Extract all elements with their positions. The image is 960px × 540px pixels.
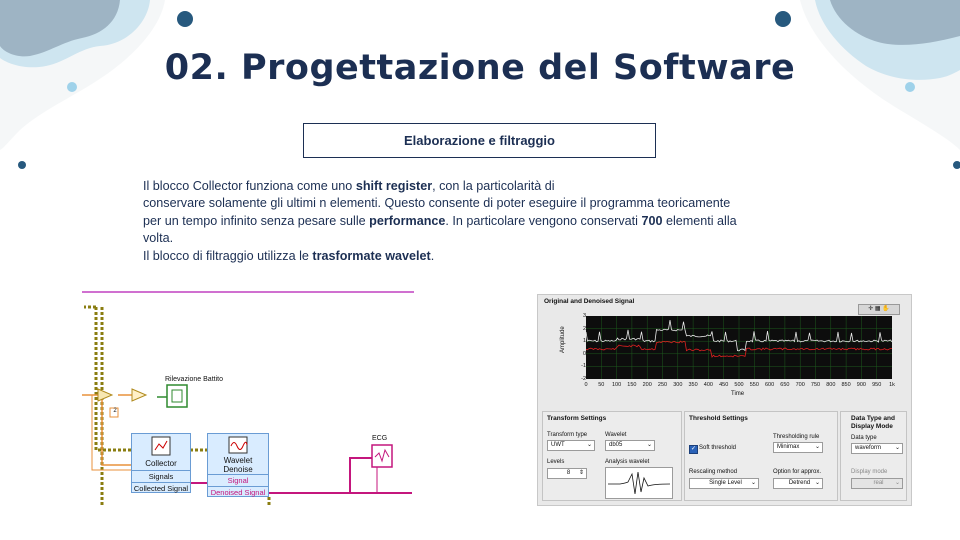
analysis-wavelet-graph: [605, 467, 673, 499]
graph-title: Original and Denoised Signal: [544, 298, 635, 305]
ecg-label: ECG: [372, 435, 388, 442]
graph-palette[interactable]: ✛ ▦ ✋: [858, 304, 900, 315]
rilevazione-label: Rilevazione Battito: [165, 376, 223, 383]
paragraph-line: volta.: [143, 231, 174, 246]
constant-value: 2: [113, 408, 117, 414]
data-type-section: Data Type and Display Mode Data type wav…: [840, 411, 907, 501]
thresholding-rule-select[interactable]: Minimax ⌄: [773, 442, 823, 453]
paragraph-line: per un tempo infinito senza pesare sulle…: [143, 213, 737, 228]
x-tick-label: 650: [780, 382, 790, 388]
option-approx-select[interactable]: Detrend ⌄: [773, 478, 823, 489]
collector-block[interactable]: Collector Signals Collected Signal: [131, 433, 191, 493]
wavelet-select[interactable]: db05 ⌄: [605, 440, 655, 451]
y-axis-ticks: 3 2 1 0 -1 -2: [576, 313, 586, 383]
x-tick-label: 700: [795, 382, 805, 388]
transform-type-label: Transform type: [547, 432, 588, 438]
x-tick-label: 450: [719, 382, 729, 388]
paragraph-line: Il blocco di filtraggio utilizza le tras…: [143, 248, 435, 263]
levels-label: Levels: [547, 459, 565, 465]
x-tick-label: 150: [627, 382, 637, 388]
data-type-title-2: Display Mode: [851, 423, 893, 430]
analysis-wavelet-label: Analysis wavelet: [605, 459, 650, 465]
data-type-label: Data type: [851, 435, 877, 441]
x-tick-label: 1k: [889, 382, 895, 388]
x-tick-label: 600: [765, 382, 775, 388]
thresholding-rule-label: Thresholding rule: [773, 434, 820, 440]
data-type-title-1: Data Type and: [851, 415, 895, 422]
soft-threshold-label: Soft threshold: [699, 445, 737, 451]
collector-icon: [132, 434, 190, 458]
wavelet-output-terminal: Denoised Signal: [208, 486, 268, 498]
collector-output-terminal: Collected Signal: [132, 482, 190, 493]
transform-settings-title: Transform Settings: [547, 415, 607, 422]
transform-type-select[interactable]: UWT ⌄: [547, 440, 595, 451]
x-tick-label: 200: [642, 382, 652, 388]
wavelet-name-2: Denoise: [223, 465, 253, 474]
data-type-select[interactable]: waveform ⌄: [851, 443, 903, 454]
x-tick-label: 250: [657, 382, 668, 388]
wavelet-label: Wavelet: [605, 432, 627, 438]
collector-input-terminal: Signals: [132, 470, 190, 482]
body-text: Il blocco Collector funziona come uno sh…: [143, 178, 823, 265]
x-tick-label: 350: [688, 382, 698, 388]
y-axis-label: Amplitude: [560, 326, 566, 353]
labview-front-panel: Original and Denoised Signal ✛ ▦ ✋ Ampli…: [537, 294, 912, 506]
x-tick-label: 300: [673, 382, 683, 388]
x-tick-label: 550: [749, 382, 759, 388]
paragraph-line: conservare solamente gli ultimi n elemen…: [143, 196, 731, 211]
display-mode-label: Display mode: [851, 469, 888, 475]
rescaling-method-label: Rescaling method: [689, 469, 738, 475]
transform-settings-section: Transform Settings Transform type UWT ⌄ W…: [542, 411, 682, 501]
x-tick-label: 800: [826, 382, 836, 388]
option-approx-label: Option for approx.: [773, 469, 822, 475]
wavelet-icon: [208, 434, 268, 456]
wavelet-name-1: Wavelet: [223, 456, 253, 465]
x-tick-label: 950: [872, 382, 882, 388]
x-tick-label: 400: [703, 382, 713, 388]
page-title: 02. Progettazione del Software: [164, 48, 796, 88]
levels-stepper[interactable]: 8 ⇕: [547, 468, 587, 479]
x-tick-label: 0: [584, 382, 588, 388]
collector-name: Collector: [145, 459, 177, 468]
wavelet-denoise-block[interactable]: Wavelet Denoise Signal Denoised Signal: [207, 433, 269, 497]
threshold-settings-title: Threshold Settings: [689, 415, 748, 422]
section-subtitle-box: Elaborazione e filtraggio: [303, 123, 656, 158]
x-tick-label: 900: [856, 382, 866, 388]
waveform-traces: [585, 316, 893, 379]
x-tick-label: 100: [612, 382, 622, 388]
labview-block-diagram: Rilevazione Battito 2 ECG Collector Sign…: [82, 285, 422, 507]
display-mode-select[interactable]: real ⌄: [851, 478, 903, 489]
x-tick-label: 750: [810, 382, 821, 388]
waveform-graph-plot[interactable]: [585, 316, 893, 379]
wavelet-input-terminal: Signal: [208, 474, 268, 486]
x-tick-label: 500: [734, 382, 744, 388]
x-axis-ticks: 0 50 100 150 200 250 300 350 400 450 500 550 600 650 7…: [584, 382, 895, 390]
soft-threshold-checkbox[interactable]: ✓: [689, 445, 698, 454]
paragraph-line: Il blocco Collector funziona come uno sh…: [143, 179, 555, 193]
threshold-settings-section: Threshold Settings ✓ Soft threshold Thre…: [684, 411, 838, 501]
x-axis-label: Time: [731, 391, 745, 397]
x-tick-label: 850: [841, 382, 851, 388]
rescaling-method-select[interactable]: Single Level ⌄: [689, 478, 759, 489]
x-tick-label: 50: [598, 382, 605, 388]
